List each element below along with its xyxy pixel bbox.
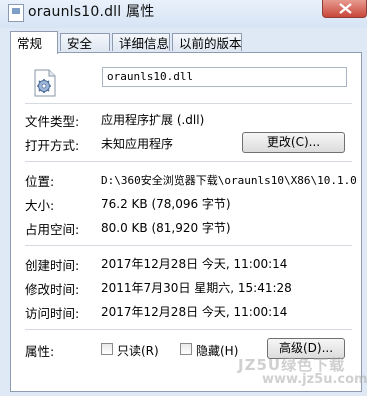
created-value: 2017年12月28日 今天, 11:00:14 [101, 257, 288, 271]
tab-details[interactable]: 详细信息 [112, 33, 170, 51]
readonly-checkbox[interactable] [101, 343, 113, 355]
tab-previous-versions[interactable]: 以前的版本 [172, 33, 242, 51]
title-bar: oraunls10.dll 属性 [0, 0, 367, 28]
general-panel: oraunls10.dll 文件类型: 应用程序扩展 (.dll) 打开方式: … [10, 52, 362, 392]
window-title: oraunls10.dll 属性 [28, 4, 155, 20]
watermark-url: www.jz5u.com [262, 372, 367, 387]
location-label: 位置: [25, 174, 55, 189]
accessed-label: 访问时间: [25, 306, 80, 321]
size-on-disk-value: 80.0 KB (81,920 字节) [101, 221, 231, 235]
file-type-label: 文件类型: [25, 114, 80, 129]
open-with-value: 未知应用程序 [101, 137, 174, 151]
hidden-label[interactable]: 隐藏(H) [196, 342, 238, 359]
dll-gear-icon [34, 69, 56, 97]
separator [25, 245, 352, 246]
open-with-label: 打开方式: [25, 138, 80, 153]
tab-general[interactable]: 常规 [10, 31, 58, 54]
size-label: 大小: [25, 198, 55, 213]
file-type-value: 应用程序扩展 (.dll) [101, 113, 205, 127]
tab-security[interactable]: 安全 [60, 33, 110, 51]
separator [25, 103, 352, 104]
close-button[interactable] [322, 0, 367, 18]
separator [25, 161, 352, 162]
attributes-label: 属性: [25, 344, 55, 359]
size-value: 76.2 KB (78,096 字节) [101, 197, 231, 211]
file-name-field[interactable]: oraunls10.dll [102, 67, 347, 87]
accessed-value: 2017年12月28日 今天, 11:00:14 [101, 305, 288, 319]
separator [25, 329, 352, 330]
document-icon [8, 4, 24, 22]
created-label: 创建时间: [25, 258, 80, 273]
close-icon [339, 3, 352, 14]
modified-value: 2011年7月30日 星期六, 15:41:28 [101, 281, 292, 295]
size-on-disk-label: 占用空间: [25, 222, 80, 237]
location-value: D:\360安全浏览器下载\oraunls10\X86\10.1.0 [101, 174, 357, 187]
modified-label: 修改时间: [25, 282, 80, 297]
readonly-label[interactable]: 只读(R) [117, 342, 159, 359]
change-button[interactable]: 更改(C)... [242, 132, 345, 153]
hidden-checkbox[interactable] [180, 343, 192, 355]
